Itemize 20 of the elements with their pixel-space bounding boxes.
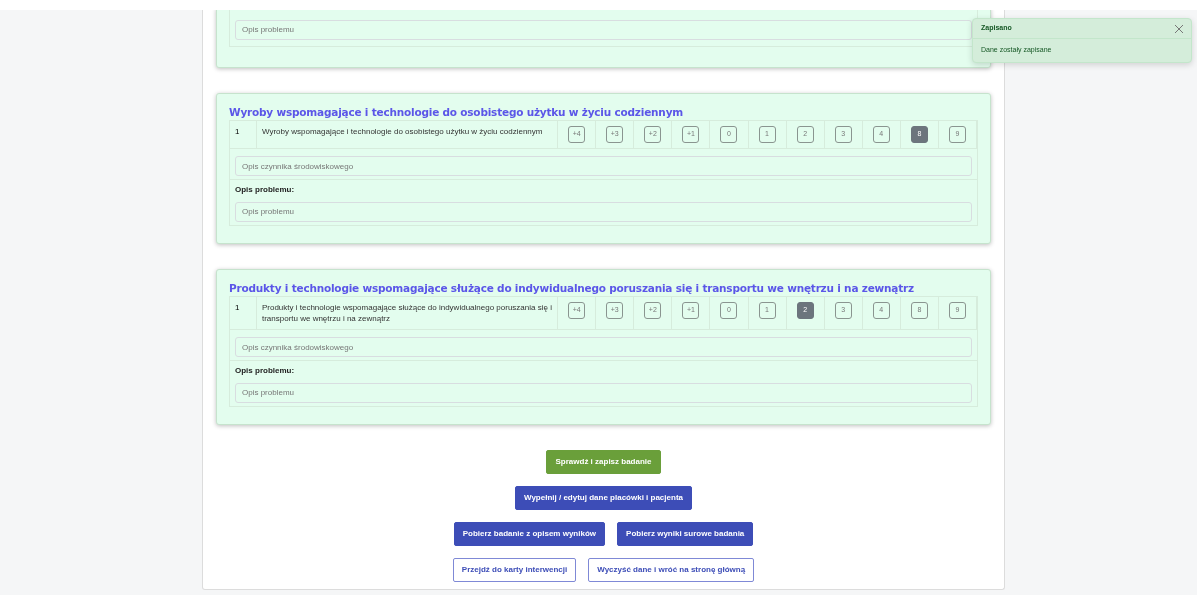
item-description: Wyroby wspomagające i technologie do osobistego użytku w życiu codziennym [256,120,559,148]
section-title: Produkty i technologie wspomagające służące do indywidualnego poruszania się i transportu we wnętrzu i na zewnątrz [229,280,915,296]
problem-label: Opis problemu: [235,365,296,377]
section-title: Wyroby wspomagające i technologie do osobistego użytku w życiu codziennym [229,104,685,120]
action-button[interactable]: Przejdź do karty interwencji [452,557,577,582]
text-field[interactable]: Opis czynnika środowiskowego [235,156,972,176]
text-field[interactable]: Opis problemu [235,382,972,403]
text-field[interactable]: Opis czynnika środowiskowego [235,337,972,357]
action-button[interactable]: Sprawdź i zapisz badanie [546,449,661,474]
item-number: 1 [230,120,257,148]
action-button[interactable]: Wyczyść dane i wróć na stronę główną [588,557,755,582]
action-button[interactable]: Pobierz badanie z opisem wyników [453,521,606,546]
action-button[interactable]: Pobierz wyniki surowe badania [617,521,754,546]
text-field[interactable]: Opis problemu [235,19,972,40]
problem-label: Opis problemu: [235,184,296,196]
item-description: Produkty i technologie wspomagające służące do indywidualnego poruszania się i transportu we wnętrzu i na zewnątrz [256,296,559,329]
close-icon[interactable] [1175,24,1183,33]
text-field[interactable]: Opis problemu [235,201,972,222]
action-button[interactable]: Wypełnij / edytuj dane placówki i pacjenta [515,485,692,510]
item-number: 1 [230,296,257,329]
